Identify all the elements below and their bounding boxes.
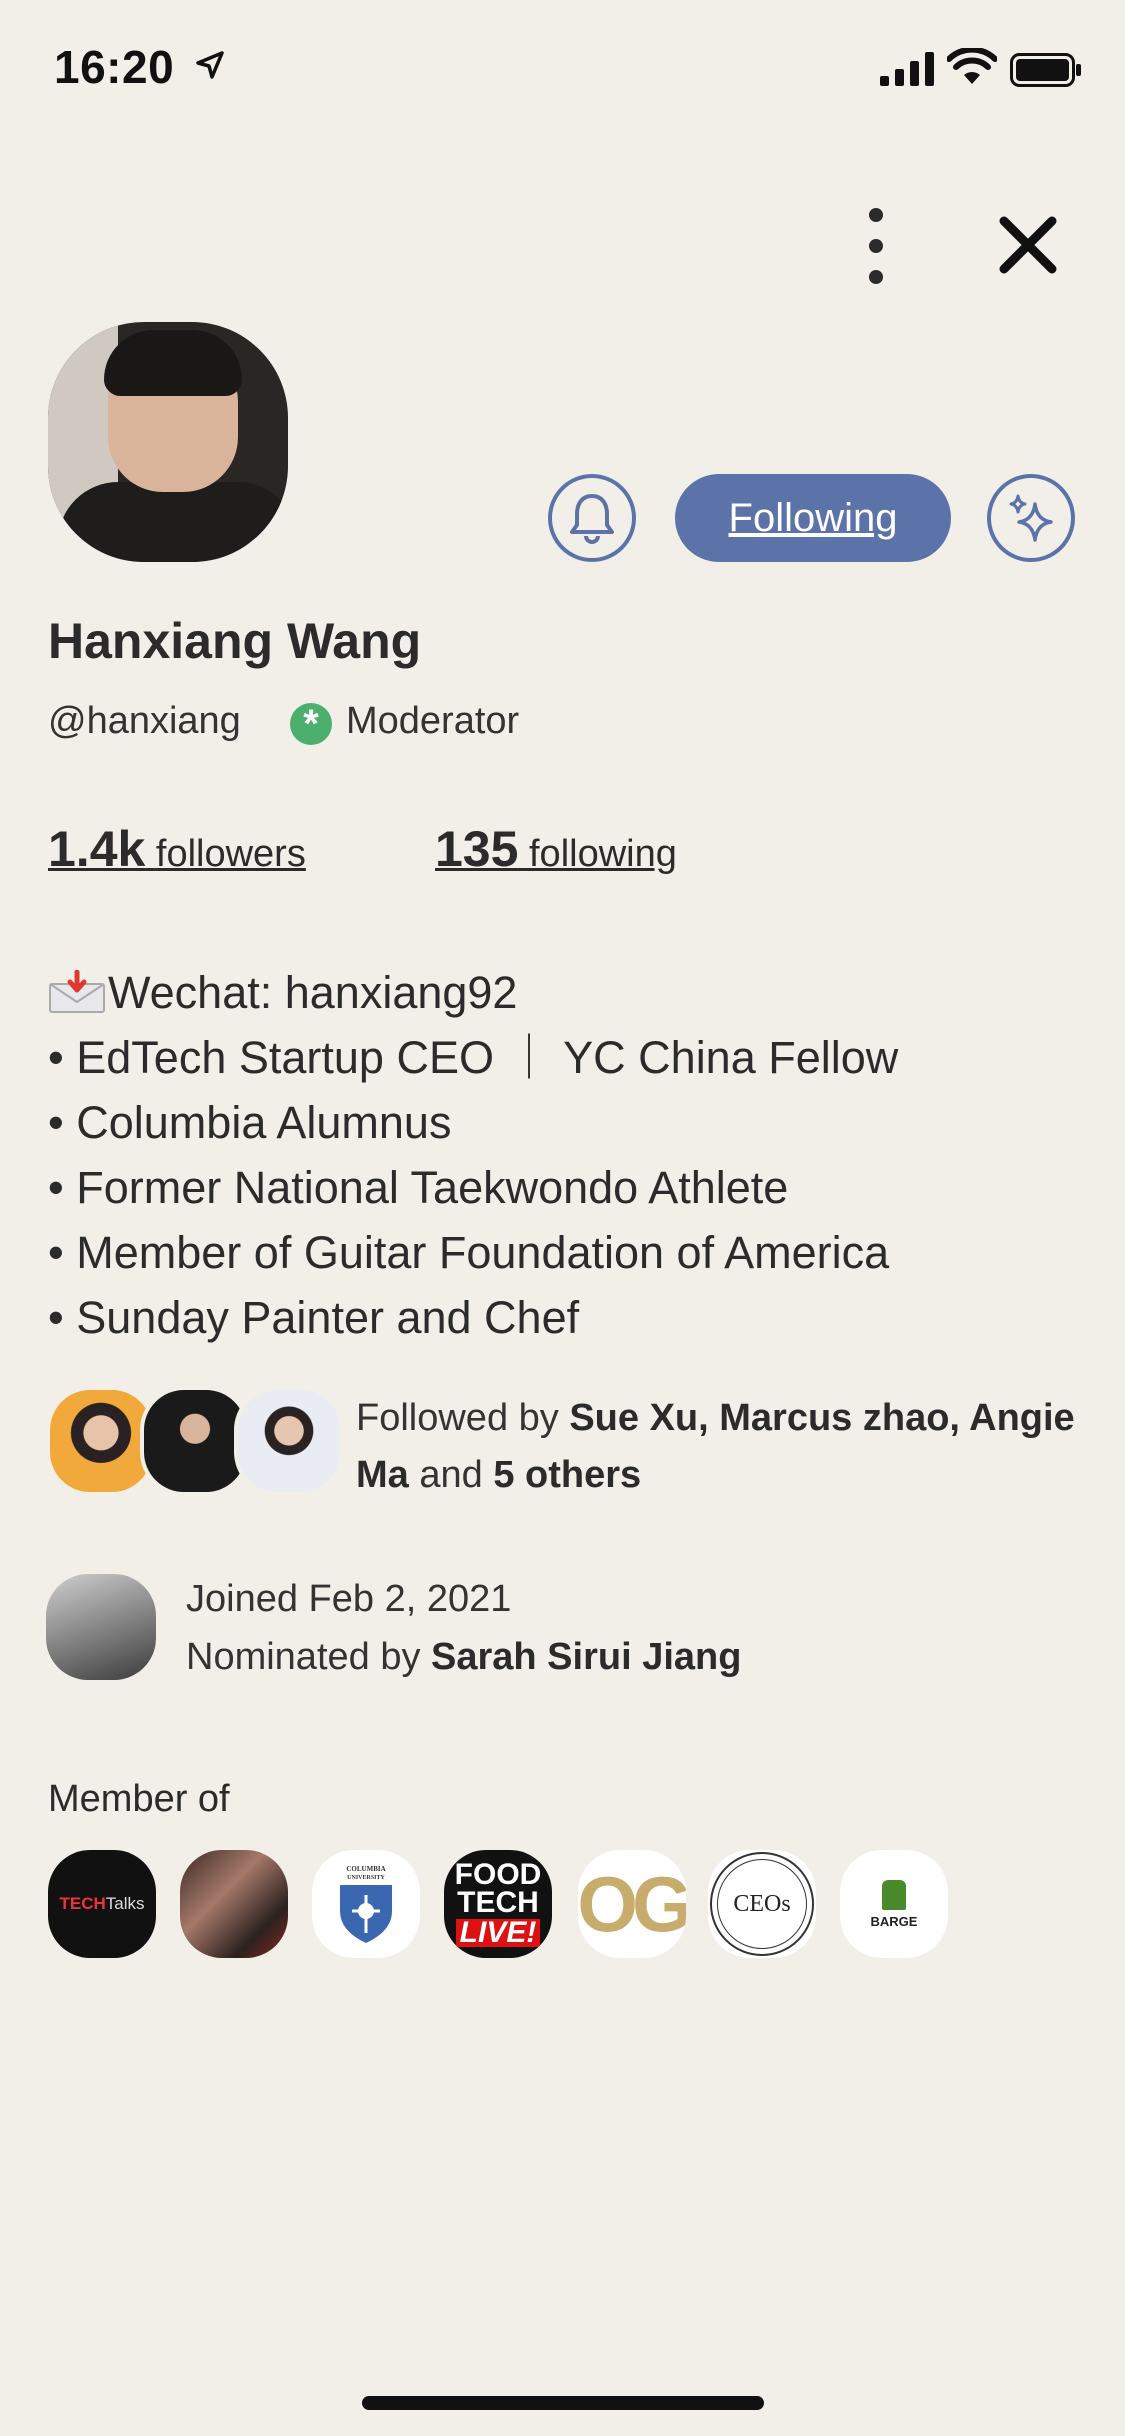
more-dot-icon <box>869 239 883 253</box>
bio-line: • Columbia Alumnus <box>48 1097 452 1148</box>
followers-label: followers <box>155 833 306 875</box>
joined-date: Joined Feb 2, 2021 <box>186 1578 512 1620</box>
battery-icon <box>1010 53 1081 87</box>
profile-name: Hanxiang Wang <box>48 613 422 669</box>
following-button[interactable]: Following <box>675 474 951 562</box>
nominator-avatar[interactable] <box>46 1574 156 1680</box>
sparkle-button[interactable] <box>987 474 1075 562</box>
member-of-heading: Member of <box>48 1778 230 1820</box>
joined-info: Joined Feb 2, 2021 Nominated by Sarah Si… <box>186 1570 741 1686</box>
following-label: following <box>529 833 677 875</box>
bio-wechat-line: Wechat: hanxiang92 <box>48 960 898 1025</box>
home-indicator[interactable] <box>362 2396 764 2410</box>
followed-by-text[interactable]: Followed by Sue Xu, Marcus zhao, Angie M… <box>356 1390 1076 1504</box>
cellular-signal-icon <box>880 52 934 86</box>
barge-tree-icon <box>882 1879 906 1910</box>
profile-bio: Wechat: hanxiang92 • EdTech Startup CEO … <box>48 960 898 1350</box>
club-fight[interactable] <box>180 1850 288 1958</box>
nominated-by[interactable]: Nominated by Sarah Sirui Jiang <box>186 1628 741 1686</box>
bio-line: • EdTech Startup CEO ｜ YC China Fellow <box>48 1032 899 1083</box>
following-count: 135 <box>435 821 519 877</box>
profile-avatar[interactable] <box>48 322 288 562</box>
svg-text:COLUMBIA: COLUMBIA <box>346 1865 385 1873</box>
more-dot-icon <box>869 270 883 284</box>
club-ceos[interactable]: CEOs <box>708 1850 816 1958</box>
envelope-arrow-icon <box>49 970 105 1013</box>
svg-text:UNIVERSITY: UNIVERSITY <box>347 1875 385 1881</box>
more-dot-icon <box>869 208 883 222</box>
club-tech-talks[interactable]: TECH Talks <box>48 1850 156 1958</box>
club-columbia[interactable]: COLUMBIA UNIVERSITY <box>312 1850 420 1958</box>
bio-line: • Former National Taekwondo Athlete <box>48 1162 789 1213</box>
profile-handle: @hanxiang <box>48 700 241 742</box>
followers-count: 1.4k <box>48 821 146 877</box>
wifi-icon <box>947 48 997 84</box>
notification-bell-button[interactable] <box>548 474 636 562</box>
status-time: 16:20 <box>54 41 175 93</box>
followers-link[interactable]: 1.4k followers <box>48 820 306 878</box>
bio-line: • Member of Guitar Foundation of America <box>48 1227 890 1278</box>
following-link[interactable]: 135 following <box>435 820 677 878</box>
club-barge[interactable]: BARGE <box>840 1850 948 1958</box>
nominator-name: Sarah Sirui Jiang <box>431 1636 742 1678</box>
sparkle-icon <box>1009 494 1053 542</box>
columbia-shield-logo: COLUMBIA UNIVERSITY <box>340 1865 392 1943</box>
club-og[interactable]: OG <box>578 1850 686 1958</box>
mutual-follower-avatar[interactable] <box>234 1386 344 1496</box>
moderator-badge-icon: * <box>290 703 332 745</box>
moderator-label: Moderator <box>346 700 520 742</box>
close-icon[interactable] <box>998 215 1058 275</box>
bell-icon <box>570 494 614 544</box>
bio-wechat: Wechat: hanxiang92 <box>108 967 518 1018</box>
mutual-others: 5 others <box>493 1454 642 1496</box>
more-options-button[interactable] <box>858 208 894 284</box>
bio-line: • Sunday Painter and Chef <box>48 1292 580 1343</box>
club-food-tech-live[interactable]: FOOD TECH LIVE! <box>444 1850 552 1958</box>
location-arrow-icon <box>196 51 224 79</box>
